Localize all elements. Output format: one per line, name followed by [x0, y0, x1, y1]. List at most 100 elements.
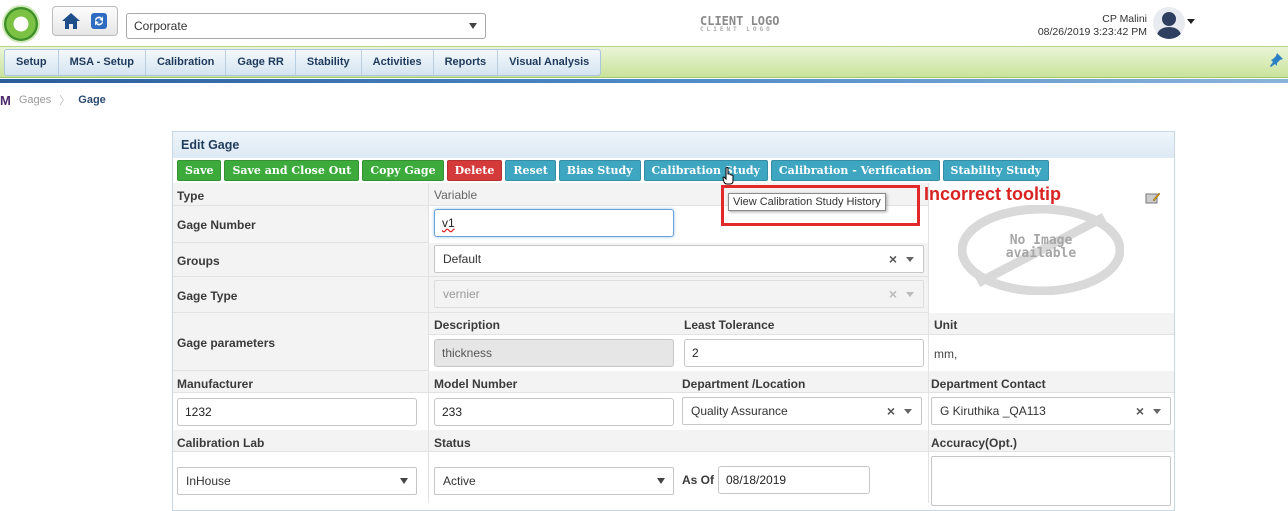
breadcrumb-root[interactable]: M	[0, 93, 11, 108]
as-of-date-value: 08/18/2019	[726, 473, 787, 487]
least-tolerance-input[interactable]: 2	[684, 339, 924, 367]
stability-study-button[interactable]: Stability Study	[942, 160, 1050, 181]
chevron-down-icon	[906, 292, 914, 297]
type-value: Variable	[434, 188, 478, 202]
as-of-label: As Of	[682, 473, 715, 487]
pin-icon[interactable]	[1268, 52, 1284, 71]
clear-icon: ×	[888, 286, 897, 302]
nav-item-reports[interactable]: Reports	[434, 50, 499, 75]
user-name: CP Malini	[1102, 13, 1147, 25]
chevron-down-icon[interactable]	[1153, 409, 1161, 414]
save-button[interactable]: Save	[177, 160, 222, 181]
description-input: thickness	[434, 339, 674, 367]
unit-label: Unit	[934, 318, 958, 332]
gage-type-select: vernier ×	[434, 280, 924, 308]
status-select[interactable]: Active	[434, 467, 674, 495]
manufacturer-input[interactable]: 1232	[177, 398, 417, 426]
nav-item-gage-rr[interactable]: Gage RR	[226, 50, 296, 75]
bias-study-button[interactable]: Bias Study	[558, 160, 641, 181]
reset-button[interactable]: Reset	[505, 160, 556, 181]
chevron-down-icon[interactable]	[904, 409, 912, 414]
column-divider	[928, 183, 929, 503]
nav-menu: Setup MSA - Setup Calibration Gage RR St…	[4, 49, 602, 76]
type-label: Type	[177, 189, 205, 203]
gage-params-label: Gage parameters	[177, 336, 276, 350]
unit-value: mm,	[934, 347, 958, 361]
column-divider	[428, 183, 429, 503]
calibration-verification-button[interactable]: Calibration - Verification	[770, 160, 940, 181]
refresh-icon[interactable]	[86, 8, 112, 34]
manufacturer-label: Manufacturer	[177, 377, 254, 391]
model-number-label: Model Number	[434, 377, 518, 391]
gage-type-label: Gage Type	[177, 289, 238, 303]
groups-select[interactable]: Default ×	[434, 245, 924, 273]
least-tolerance-value: 2	[692, 346, 699, 360]
avatar[interactable]	[1153, 7, 1185, 39]
row-params-head-bg	[428, 313, 1174, 335]
groups-label: Groups	[177, 254, 220, 268]
as-of-date-input[interactable]: 08/18/2019	[718, 466, 870, 494]
breadcrumb-item-gage: Gage	[78, 94, 106, 106]
model-number-value: 233	[442, 405, 463, 419]
nav-item-calibration[interactable]: Calibration	[146, 50, 227, 75]
accuracy-textarea[interactable]	[931, 456, 1171, 506]
department-value: Quality Assurance	[691, 404, 788, 418]
dept-contact-value: G Kiruthika _QA113	[940, 404, 1046, 418]
no-image-text: No Image available	[958, 234, 1124, 260]
edit-image-icon[interactable]	[1145, 191, 1161, 208]
copy-gage-button[interactable]: Copy Gage	[362, 160, 444, 181]
panel-title: Edit Gage	[173, 132, 1174, 158]
gage-number-value: v1	[442, 216, 455, 230]
status-value: Active	[443, 474, 476, 488]
clear-icon[interactable]: ×	[887, 403, 895, 419]
nav-item-stability[interactable]: Stability	[296, 50, 362, 75]
action-toolbar: Save Save and Close Out Copy Gage Delete…	[177, 160, 1050, 181]
chevron-down-icon	[657, 478, 665, 484]
user-menu-caret-icon[interactable]	[1187, 19, 1195, 24]
chevron-down-icon	[400, 478, 408, 484]
breadcrumb-separator-icon: 〉	[59, 95, 71, 107]
annotation-text: Incorrect tooltip	[924, 184, 1062, 204]
home-icon[interactable]	[58, 8, 84, 34]
gage-number-input[interactable]: v1	[434, 209, 674, 237]
accuracy-label: Accuracy(Opt.)	[931, 436, 1018, 450]
description-label: Description	[434, 318, 501, 332]
chevron-down-icon[interactable]	[906, 257, 914, 262]
dept-contact-select[interactable]: G Kiruthika _QA113 ×	[931, 397, 1171, 425]
department-label: Department /Location	[682, 377, 806, 391]
current-datetime: 08/26/2019 3:23:42 PM	[1037, 26, 1147, 38]
client-logo: CLIENT LOGO CLIENT LOGO	[700, 14, 779, 33]
nav-item-setup[interactable]: Setup	[5, 50, 59, 75]
description-value: thickness	[442, 346, 493, 360]
least-tolerance-label: Least Tolerance	[684, 318, 775, 332]
row-callab-head-bg	[173, 430, 1174, 452]
calibration-study-button[interactable]: Calibration Study	[643, 160, 768, 181]
nav-item-msa-setup[interactable]: MSA - Setup	[59, 50, 146, 75]
chevron-down-icon	[469, 23, 477, 29]
nav-item-visual-analysis[interactable]: Visual Analysis	[498, 50, 600, 75]
groups-value: Default	[443, 252, 482, 266]
department-select[interactable]: Quality Assurance ×	[682, 397, 922, 425]
dept-contact-label: Department Contact	[931, 377, 1046, 391]
breadcrumb-item-gages[interactable]: Gages	[19, 94, 51, 106]
user-info: CP Malini 08/26/2019 3:23:42 PM	[1038, 13, 1147, 39]
nav-divider	[0, 79, 1288, 83]
clear-icon[interactable]: ×	[889, 251, 897, 267]
nav-item-activities[interactable]: Activities	[362, 50, 434, 75]
calibration-lab-select[interactable]: InHouse	[177, 467, 417, 495]
top-header: Corporate CLIENT LOGO CLIENT LOGO CP Mal…	[0, 0, 1288, 46]
company-select[interactable]: Corporate	[126, 13, 486, 39]
delete-button[interactable]: Delete	[446, 160, 503, 181]
app-logo[interactable]	[2, 5, 40, 43]
clear-icon[interactable]: ×	[1136, 403, 1144, 419]
gage-type-value: vernier	[443, 287, 480, 301]
no-image-line2: available	[1005, 246, 1077, 261]
company-select-value: Corporate	[134, 19, 188, 33]
calibration-lab-value: InHouse	[186, 474, 231, 488]
model-number-input[interactable]: 233	[434, 398, 674, 426]
save-and-close-button[interactable]: Save and Close Out	[224, 160, 360, 181]
gage-number-label: Gage Number	[177, 218, 256, 232]
breadcrumb: M Gages 〉 Gage	[0, 92, 106, 108]
calibration-lab-label: Calibration Lab	[177, 436, 265, 450]
client-logo-subtext: CLIENT LOGO	[700, 26, 773, 33]
